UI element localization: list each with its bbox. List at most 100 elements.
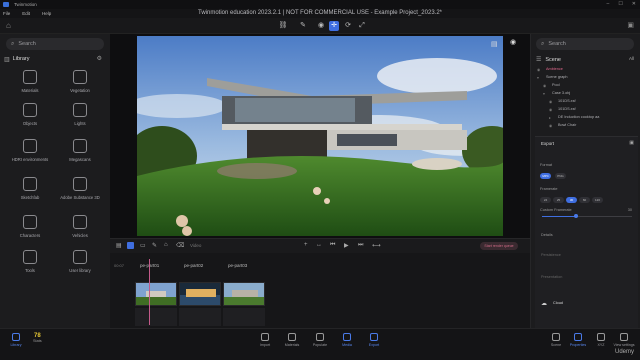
close-button[interactable]: ✕ [632, 1, 636, 7]
properties-tab[interactable]: Properties [566, 333, 590, 347]
scene-tab[interactable]: Scene [544, 333, 568, 347]
scene-tree-item[interactable]: ◉ 101DS.xsf [549, 105, 640, 113]
shot-thumbnail[interactable] [223, 282, 265, 306]
shot-track[interactable] [135, 308, 177, 326]
menu-help[interactable]: Help [42, 11, 51, 16]
visibility-icon[interactable]: ▸ [549, 115, 558, 120]
cloud-section[interactable]: Cloud [553, 301, 563, 305]
framerate-slider[interactable] [542, 214, 632, 218]
eye-icon[interactable]: ◉ [510, 38, 516, 46]
scene-tree-item[interactable]: ▸ DE Induction cooktop aa [549, 113, 640, 121]
shot-label[interactable]: pe-part03 [228, 263, 247, 268]
slider-knob[interactable] [574, 214, 579, 218]
render-queue-button[interactable]: Start render queue [480, 242, 518, 250]
framerate-option[interactable]: 25 [553, 197, 564, 203]
library-vehicles[interactable]: Vehicles [53, 215, 107, 238]
library-lights[interactable]: Lights [53, 103, 107, 126]
timeline-edit-icon[interactable]: ✎ [152, 242, 157, 249]
library-item-label: Megascans [69, 157, 91, 162]
library-user[interactable]: User library [53, 250, 107, 273]
timeline-lock-icon[interactable]: ⌂ [164, 242, 168, 248]
visibility-icon[interactable]: ◉ [549, 107, 558, 112]
timeline-delete-icon[interactable]: ⌫ [176, 242, 184, 249]
timeline-view-icon[interactable]: ▤ [116, 242, 122, 249]
characters-icon [23, 215, 37, 229]
play-icon[interactable]: ▶ [344, 242, 349, 249]
add-keyframe-icon[interactable]: + [304, 242, 308, 248]
framerate-option[interactable]: 24 [540, 197, 551, 203]
scene-search-input[interactable]: ⌕ Search [536, 38, 634, 50]
scale-tool-icon[interactable]: ⤢ [357, 21, 367, 31]
library-tools[interactable]: Tools [3, 250, 57, 273]
pipette-icon[interactable]: ✎ [298, 21, 308, 31]
framerate-option[interactable]: 30 [566, 197, 577, 203]
move-tool-icon[interactable]: ✛ [329, 21, 339, 31]
library-materials[interactable]: Materials [3, 70, 57, 93]
materials-tab[interactable]: Materials [280, 333, 304, 347]
scene-tree-item[interactable]: ▾ Scene graph [537, 73, 637, 81]
visibility-icon[interactable]: ▾ [543, 91, 552, 96]
library-header: ▥ Library [4, 55, 104, 63]
library-sketchfab[interactable]: Sketchfab [3, 177, 57, 200]
scene-tree-item[interactable]: ◉ Pool [543, 81, 640, 89]
shot-track[interactable] [179, 308, 221, 326]
import-tab[interactable]: Import [253, 333, 277, 347]
visibility-icon[interactable]: ◉ [549, 123, 558, 128]
scene-tree-item[interactable]: ◉ Bowl Chair [549, 121, 640, 129]
link-icon[interactable]: ⛓ [278, 21, 288, 31]
minimize-button[interactable]: – [607, 1, 610, 7]
collapse-icon[interactable]: ▣ [629, 140, 634, 146]
settings-icon[interactable]: ⚙ [97, 55, 102, 62]
visibility-icon[interactable]: ▾ [537, 75, 546, 80]
skip-forward-icon[interactable]: ⏭ [358, 242, 363, 249]
scene-tree-item[interactable]: ◉ Ambience [537, 65, 637, 73]
library-substance[interactable]: Adobe Substance 3D [53, 177, 107, 200]
presentation-section[interactable]: Presentation [541, 275, 562, 279]
persistence-section[interactable]: Persistence [541, 253, 561, 257]
view-settings-tab[interactable]: View settings [612, 333, 636, 347]
library-hdri[interactable]: HDRI environments [3, 139, 57, 162]
shot-track[interactable] [223, 308, 265, 326]
format-mp4-button[interactable]: MP4 [540, 173, 551, 179]
timeline-playhead[interactable] [149, 259, 150, 325]
shot-thumbnail[interactable] [135, 282, 177, 306]
library-megascans[interactable]: Megascans [53, 139, 107, 162]
timeline-grid-icon[interactable] [127, 242, 134, 249]
scene-tree-item[interactable]: ▾ Case 3.obj [543, 89, 640, 97]
library-tab[interactable]: Library [4, 333, 28, 347]
media-tab[interactable]: Media [335, 333, 359, 347]
export-tab[interactable]: Export [362, 333, 386, 347]
details-section[interactable]: Details [541, 233, 553, 237]
scene-tree-item[interactable]: ◉ 101DS.xsf [549, 97, 640, 105]
populate-tab[interactable]: Populate [308, 333, 332, 347]
library-vegetation[interactable]: Vegetation [53, 70, 107, 93]
library-objects[interactable]: Objects [3, 103, 57, 126]
shot-thumbnail[interactable] [179, 282, 221, 306]
visibility-icon[interactable]: ◉ [549, 99, 558, 104]
visibility-icon[interactable]: ◉ [537, 67, 546, 72]
xyz-tab[interactable]: XYZ [589, 333, 613, 347]
library-search-input[interactable]: ⌕ Search [6, 38, 104, 50]
timeline-camera-icon[interactable]: ▭ [140, 242, 146, 249]
viewport[interactable]: ▤ ◉ [110, 34, 530, 238]
viewport-menu-icon[interactable]: ▤ [491, 40, 498, 48]
library-characters[interactable]: Characters [3, 215, 57, 238]
skip-back-icon[interactable]: ⏮ [330, 242, 335, 249]
render-preview[interactable]: ▤ [137, 36, 503, 236]
shot-label[interactable]: pe-part02 [184, 263, 203, 268]
visibility-icon[interactable]: ◉ [543, 83, 552, 88]
rotate-tool-icon[interactable]: ⟳ [343, 21, 353, 31]
expand-icon[interactable]: ↔ [316, 242, 322, 248]
loop-icon[interactable]: ⟷ [372, 242, 381, 249]
globe-icon[interactable]: ◉ [316, 21, 326, 31]
maximize-button[interactable]: ☐ [618, 1, 622, 7]
scene-filter-dropdown[interactable]: All [629, 56, 634, 61]
framerate-option[interactable]: 120 [592, 197, 603, 203]
stats-widget[interactable]: 78 Stats [33, 333, 42, 343]
format-png-button[interactable]: PNG [555, 173, 566, 179]
framerate-option[interactable]: 60 [579, 197, 590, 203]
home-icon[interactable]: ⌂ [6, 21, 15, 30]
menu-edit[interactable]: Edit [22, 11, 30, 16]
panel-toggle-icon[interactable]: ▣ [627, 21, 634, 29]
menu-file[interactable]: File [3, 11, 10, 16]
